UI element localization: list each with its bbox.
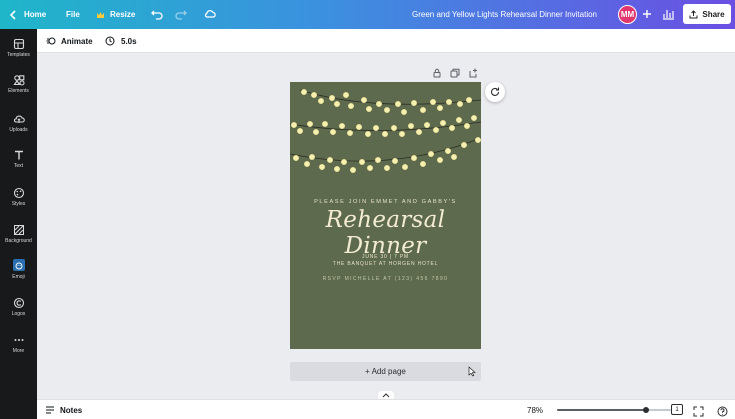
- notes-button[interactable]: Notes: [45, 400, 82, 419]
- invitation-title[interactable]: Rehearsal Dinner: [290, 207, 481, 259]
- sidebar-item-text[interactable]: Text: [0, 146, 37, 180]
- invite-line[interactable]: PLEASE JOIN EMMET AND GABBY'S: [290, 199, 481, 205]
- sidebar-item-more[interactable]: More: [0, 331, 37, 365]
- duration-label: 5.0s: [121, 36, 137, 46]
- file-menu-button[interactable]: File: [66, 0, 80, 29]
- sidebar-item-label: Logos: [11, 311, 26, 317]
- venue-line[interactable]: THE BANQUET AT HORGEN HOTEL: [290, 261, 481, 267]
- notes-label: Notes: [60, 405, 83, 415]
- home-chevron-icon: [8, 9, 18, 20]
- stats-icon[interactable]: [661, 7, 675, 21]
- sidebar-item-label: Elements: [8, 88, 29, 94]
- date-line[interactable]: JUNE 30 | 7 PM: [290, 254, 481, 260]
- sidebar-item-label: Styles: [11, 201, 26, 207]
- zoom-slider-fill: [557, 409, 646, 411]
- home-label: Home: [24, 10, 47, 19]
- templates-icon: [13, 37, 25, 50]
- zoom-level[interactable]: 78%: [527, 400, 543, 419]
- help-icon[interactable]: [717, 404, 728, 417]
- sidebar-item-styles[interactable]: Styles: [0, 184, 37, 218]
- elements-icon: [12, 73, 25, 86]
- sidebar-item-logos[interactable]: Logos: [0, 294, 37, 328]
- zoom-slider-handle[interactable]: [643, 407, 649, 413]
- sidebar-item-elements[interactable]: Elements: [0, 71, 37, 105]
- animate-label: Animate: [61, 36, 93, 46]
- plus-icon[interactable]: [640, 7, 654, 21]
- home-button[interactable]: Home: [8, 0, 46, 29]
- undo-icon[interactable]: [150, 7, 164, 21]
- sidebar-item-label: Uploads: [9, 127, 28, 133]
- redo-icon[interactable]: [174, 7, 188, 21]
- more-icon: [13, 333, 25, 345]
- logos-icon: [13, 296, 25, 309]
- sidebar-item-label: Text: [13, 163, 24, 169]
- emoji-icon: [12, 259, 25, 271]
- page-count-button[interactable]: 1: [671, 404, 683, 415]
- background-icon: [13, 223, 25, 235]
- animate-button[interactable]: Animate: [46, 29, 93, 53]
- sidebar-item-label: More: [12, 348, 25, 354]
- clock-icon: [105, 36, 115, 46]
- share-button[interactable]: Share: [683, 4, 731, 24]
- mouse-cursor-icon: [468, 364, 476, 377]
- notes-icon: [45, 405, 55, 415]
- share-label: Share: [702, 9, 725, 19]
- sidebar: Templates Elements Uploads Text Styles B…: [0, 29, 37, 419]
- file-label: File: [66, 10, 80, 19]
- add-page-icon[interactable]: [467, 67, 479, 79]
- editor-toolbar: Animate 5.0s: [37, 29, 735, 53]
- avatar[interactable]: MM: [618, 5, 637, 24]
- crown-icon: [96, 11, 105, 19]
- animate-icon: [46, 36, 56, 46]
- text-icon: [13, 148, 25, 160]
- sidebar-item-label: Background: [5, 238, 32, 244]
- sidebar-item-label: Emoji: [12, 274, 25, 280]
- rsvp-line[interactable]: RSVP MICHELLE AT (123) 456 7890: [290, 276, 481, 282]
- sidebar-item-uploads[interactable]: Uploads: [0, 110, 37, 144]
- design-page[interactable]: PLEASE JOIN EMMET AND GABBY'S Rehearsal …: [290, 82, 481, 349]
- bottom-bar: Notes 78% 1: [37, 399, 735, 419]
- duration-button[interactable]: 5.0s: [105, 29, 137, 53]
- document-title[interactable]: Green and Yellow Lights Rehearsal Dinner…: [412, 0, 597, 29]
- string-lights-illustration: [290, 88, 481, 173]
- fullscreen-icon[interactable]: [693, 404, 704, 417]
- resize-label: Resize: [110, 10, 136, 19]
- duplicate-page-icon[interactable]: [449, 67, 461, 79]
- resize-button[interactable]: Resize: [96, 0, 135, 29]
- cloud-save-icon[interactable]: [203, 7, 217, 21]
- uploads-icon: [13, 112, 25, 124]
- sidebar-item-emoji[interactable]: Emoji: [0, 257, 37, 291]
- sidebar-item-label: Templates: [7, 52, 30, 58]
- regenerate-button[interactable]: [485, 82, 505, 102]
- lock-icon[interactable]: [431, 67, 443, 79]
- refresh-icon: [489, 86, 501, 98]
- top-bar: Home File Resize Green and Yellow Lights…: [0, 0, 735, 29]
- add-page-button[interactable]: + Add page: [290, 362, 481, 381]
- page-actions: [431, 67, 479, 79]
- share-upload-icon: [689, 9, 698, 19]
- zoom-slider[interactable]: [557, 407, 671, 413]
- styles-icon: [13, 186, 25, 199]
- sidebar-item-templates[interactable]: Templates: [0, 35, 37, 69]
- sidebar-item-background[interactable]: Background: [0, 221, 37, 255]
